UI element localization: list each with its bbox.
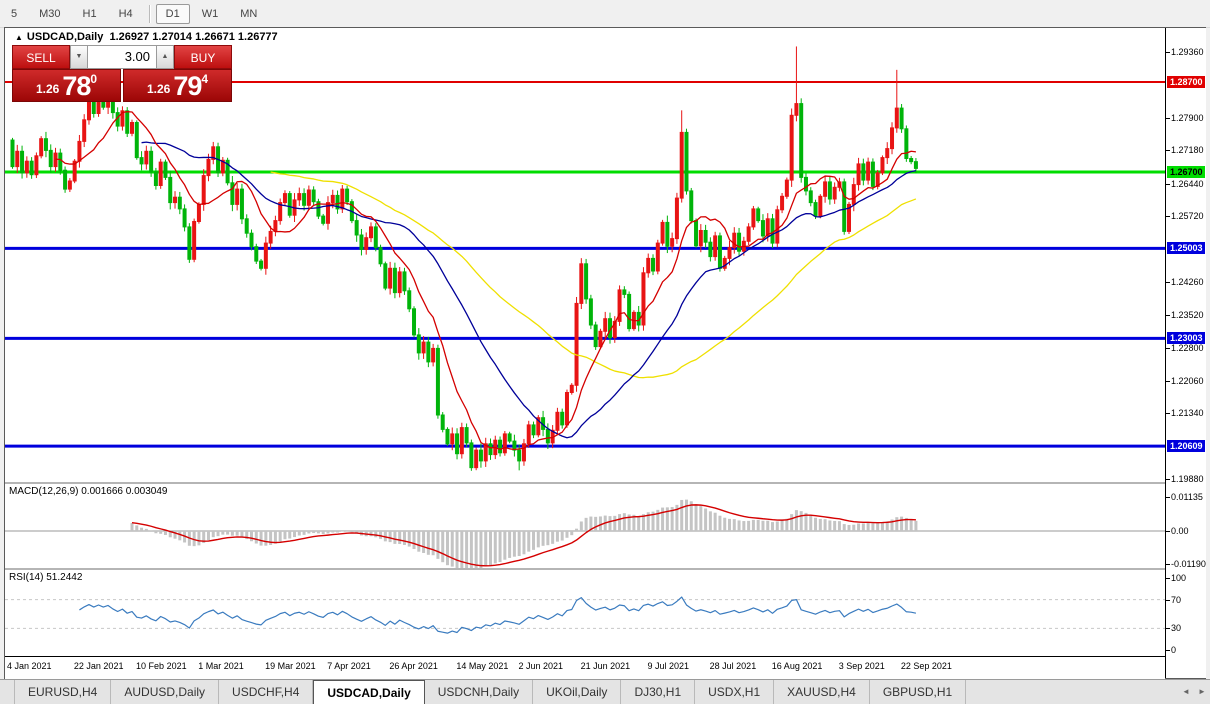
plot-stack: ▲ USDCAD,Daily 1.26927 1.27014 1.26671 1.… [5, 28, 1165, 679]
chart-window: ▲ USDCAD,Daily 1.26927 1.27014 1.26671 1.… [4, 27, 1206, 679]
rsi-axis-label: 70 [1165, 594, 1182, 605]
price-axis-label: 1.29360 [1166, 47, 1204, 58]
date-axis-label: 16 Aug 2021 [771, 661, 823, 671]
volume-increase-button[interactable]: ▲ [156, 45, 174, 69]
buy-price-prefix: 1.26 [146, 82, 171, 96]
buy-price-button[interactable]: 1.26 79 4 [123, 69, 232, 102]
price-axis: 1.29360 1.27900 1.27180 1.26440 1.25720 1.242… [1165, 28, 1206, 678]
date-axis-label: 26 Apr 2021 [389, 661, 438, 671]
macd-values: 0.001666 0.003049 [81, 486, 168, 497]
price-axis-label: 1.22060 [1166, 375, 1204, 386]
date-axis-label: 22 Sep 2021 [900, 661, 952, 671]
macd-axis-label: -0.01190 [1166, 559, 1206, 569]
timeframe-button-m30[interactable]: M30 [29, 4, 70, 24]
chart-title: ▲ USDCAD,Daily 1.26927 1.27014 1.26671 1.… [15, 31, 278, 43]
chart-tab-usdcad[interactable]: USDCAD,Daily [313, 680, 425, 704]
price-axis-label: 1.23520 [1166, 310, 1204, 321]
sell-price-main: 78 [62, 71, 91, 101]
one-click-trade-panel: SELL ▼ 3.00 ▲ BUY 1.26 78 0 1.26 79 4 [12, 45, 232, 102]
hline-price-badge: 1.23003 [1167, 332, 1205, 345]
macd-label: MACD(12,26,9) 0.001666 0.003049 [9, 486, 168, 497]
chart-tab-audusd[interactable]: AUDUSD,Daily [111, 680, 220, 704]
chart-tab-bar: EURUSD,H4 AUDUSD,Daily USDCHF,H4 USDCAD,Dai… [0, 679, 1210, 704]
price-axis-label: 1.27900 [1166, 113, 1204, 123]
sell-price-button[interactable]: 1.26 78 0 [12, 69, 121, 102]
chart-tab-eurusd[interactable]: EURUSD,H4 [14, 680, 112, 704]
chart-tab-usdx[interactable]: USDX,H1 [695, 680, 775, 704]
chart-tab-gbpusd[interactable]: GBPUSD,H1 [870, 680, 967, 704]
date-axis-label: 14 May 2021 [456, 661, 509, 671]
date-axis-label: 28 Jul 2021 [709, 661, 757, 671]
volume-input[interactable]: 3.00 [88, 45, 156, 69]
chart-symbol-label: USDCAD,Daily [26, 31, 104, 43]
title-arrow-icon: ▲ [15, 33, 23, 42]
price-axis-label: 1.21340 [1166, 408, 1204, 419]
hline-price-badge: 1.28700 [1167, 76, 1205, 88]
chart-tab-ukoil[interactable]: UKOil,Daily [533, 680, 622, 704]
rsi-axis-label: 100 [1165, 573, 1187, 583]
chart-tab-dj30[interactable]: DJ30,H1 [621, 680, 696, 704]
date-axis-label: 19 Mar 2021 [265, 661, 316, 671]
sell-price-prefix: 1.26 [35, 82, 60, 96]
macd-pane[interactable]: MACD(12,26,9) 0.001666 0.003049 [5, 484, 1165, 568]
hline-price-badge: 1.26700 [1167, 166, 1205, 178]
price-axis-label: 1.27180 [1166, 145, 1204, 156]
date-axis-label: 7 Apr 2021 [327, 661, 371, 671]
tab-bar-spacer [966, 680, 1178, 704]
date-axis-label: 3 Sep 2021 [838, 661, 885, 671]
volume-decrease-button[interactable]: ▼ [70, 45, 88, 69]
date-axis-label: 9 Jul 2021 [647, 661, 690, 671]
rsi-canvas[interactable] [5, 570, 1165, 655]
price-axis-label: 1.25720 [1166, 211, 1204, 222]
price-pane[interactable]: ▲ USDCAD,Daily 1.26927 1.27014 1.26671 1.… [5, 28, 1165, 482]
macd-axis-label: 0.00 [1166, 526, 1189, 536]
rsi-value: 51.2442 [46, 572, 83, 583]
timeframe-button-h4[interactable]: H4 [109, 4, 143, 24]
date-axis-label: 2 Jun 2021 [518, 661, 563, 671]
chart-tab-usdchf[interactable]: USDCHF,H4 [219, 680, 314, 704]
macd-canvas[interactable] [5, 484, 1165, 568]
date-axis-label: 21 Jun 2021 [580, 661, 631, 671]
date-axis-label: 10 Feb 2021 [136, 661, 187, 671]
tab-scroll-right-icon[interactable]: ► [1194, 680, 1210, 704]
tab-scroll-left-icon[interactable]: ◄ [1178, 680, 1194, 704]
date-axis-label: 22 Jan 2021 [73, 661, 124, 671]
timeframe-button-5[interactable]: 5 [1, 4, 27, 24]
price-axis-label: 1.26440 [1166, 178, 1204, 189]
chart-tab-usdcnh[interactable]: USDCNH,Daily [425, 680, 534, 704]
date-axis: 4 Jan 2021 22 Jan 2021 10 Feb 2021 1 Mar 20… [5, 656, 1165, 679]
chart-ohlc-values: 1.26927 1.27014 1.26671 1.26777 [109, 31, 278, 43]
timeframe-button-w1[interactable]: W1 [192, 4, 229, 24]
buy-button[interactable]: BUY [174, 45, 232, 69]
buy-price-pip: 4 [201, 72, 209, 86]
timeframe-toolbar: 5 M30 H1 H4 D1 W1 MN [0, 0, 1210, 28]
macd-axis-label: 0.01135 [1166, 491, 1203, 502]
rsi-axis-label: 0 [1165, 645, 1177, 655]
sell-button[interactable]: SELL [12, 45, 70, 69]
hline-price-badge: 1.25003 [1167, 242, 1205, 255]
timeframe-button-mn[interactable]: MN [230, 4, 267, 24]
date-axis-label: 4 Jan 2021 [7, 661, 52, 671]
rsi-label: RSI(14) 51.2442 [9, 572, 83, 583]
buy-price-main: 79 [173, 71, 202, 101]
date-axis-label: 1 Mar 2021 [198, 661, 244, 671]
rsi-pane[interactable]: RSI(14) 51.2442 [5, 570, 1165, 655]
chart-tab-xauusd[interactable]: XAUUSD,H4 [774, 680, 870, 704]
toolbar-separator [148, 4, 150, 23]
price-axis-label: 1.19880 [1166, 473, 1204, 484]
timeframe-button-h1[interactable]: H1 [73, 4, 107, 24]
price-axis-label: 1.24260 [1166, 276, 1204, 287]
hline-price-badge: 1.20609 [1167, 440, 1205, 453]
sell-price-pip: 0 [90, 72, 98, 86]
rsi-axis-label: 30 [1165, 623, 1182, 634]
timeframe-button-d1[interactable]: D1 [155, 3, 190, 24]
